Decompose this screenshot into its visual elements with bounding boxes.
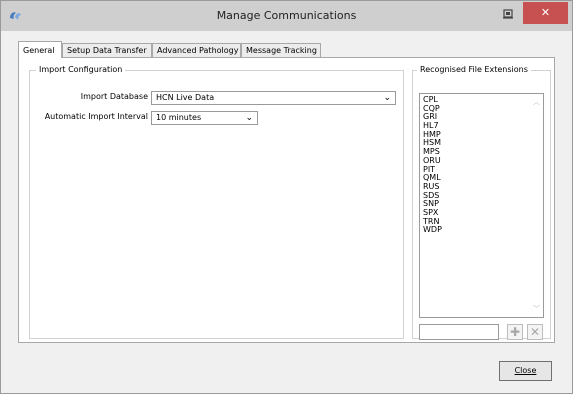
title-bar[interactable]: Manage Communications ✕: [1, 1, 572, 31]
close-icon: ✕: [540, 6, 551, 19]
general-tab-panel: Import Configuration Import Database HCN…: [18, 57, 555, 343]
extension-list-item[interactable]: QML: [423, 173, 543, 183]
tab-message-tracking[interactable]: Message Tracking: [241, 43, 321, 57]
new-extension-input[interactable]: [419, 324, 499, 340]
add-extension-button[interactable]: ✚: [507, 324, 523, 340]
extension-list-item[interactable]: GRI: [423, 113, 543, 122]
recognised-extensions-legend: Recognised File Extensions: [417, 65, 531, 75]
pin-icon[interactable]: [497, 5, 519, 25]
scroll-down-icon[interactable]: ﹀: [533, 304, 540, 314]
dialog-body: General Setup Data Transfer Advanced Pat…: [8, 31, 565, 387]
extensions-list[interactable]: CPL CQP GRI HL7 HMP HSM MPS ORU PIT QML RUS SDS SNP S…: [419, 93, 544, 318]
extension-list-item[interactable]: SNP: [423, 200, 543, 209]
import-configuration-legend: Import Configuration: [36, 65, 126, 75]
import-interval-label: Automatic Import Interval: [44, 112, 148, 121]
extension-list-item[interactable]: MPS: [423, 147, 543, 157]
tab-setup-data-transfer[interactable]: Setup Data Transfer: [62, 43, 152, 57]
import-database-select[interactable]: HCN Live Data ⌄: [151, 91, 396, 105]
close-window-button[interactable]: ✕: [523, 2, 568, 24]
extension-list-item[interactable]: HL7: [423, 121, 543, 131]
extension-list-item[interactable]: CQP: [423, 104, 543, 114]
extensions-items: CPL CQP GRI HL7 HMP HSM MPS ORU PIT QML RUS SDS SNP S…: [420, 94, 543, 235]
extension-list-item[interactable]: HMP: [423, 130, 543, 140]
tab-general[interactable]: General: [18, 41, 62, 58]
extension-list-item[interactable]: SPX: [423, 208, 543, 218]
close-button-label: Close: [514, 366, 537, 375]
chevron-down-icon: ⌄: [383, 93, 391, 103]
extension-list-item[interactable]: HSM: [423, 139, 543, 148]
recognised-extensions-group: Recognised File Extensions CPL CQP GRI HL7 H…: [412, 65, 551, 340]
extension-list-item[interactable]: WDP: [423, 226, 543, 235]
close-button[interactable]: Close: [499, 361, 552, 381]
extension-list-item[interactable]: RUS: [423, 182, 543, 192]
import-configuration-group: Import Configuration Import Database HCN…: [29, 65, 404, 339]
plus-icon: ✚: [509, 325, 521, 339]
import-database-value: HCN Live Data: [156, 93, 215, 102]
scroll-up-icon[interactable]: ︿: [533, 97, 540, 107]
manage-communications-window: Manage Communications ✕ General Setup Da…: [0, 0, 573, 394]
remove-extension-button[interactable]: ✕: [527, 324, 543, 340]
extension-list-item[interactable]: ORU: [423, 156, 543, 166]
extensions-scrollbar[interactable]: ︿ ﹀: [531, 94, 543, 317]
import-database-label: Import Database: [80, 92, 148, 101]
import-interval-value: 10 minutes: [156, 113, 202, 122]
extension-list-item[interactable]: CPL: [423, 95, 543, 105]
remove-x-icon: ✕: [529, 325, 541, 339]
window-title: Manage Communications: [216, 9, 357, 22]
extension-list-item[interactable]: PIT: [423, 165, 543, 175]
extension-list-item[interactable]: SDS: [423, 191, 543, 201]
import-interval-select[interactable]: 10 minutes ⌄: [151, 111, 258, 125]
chevron-down-icon: ⌄: [245, 113, 253, 123]
tab-advanced-pathology[interactable]: Advanced Pathology: [152, 43, 241, 57]
